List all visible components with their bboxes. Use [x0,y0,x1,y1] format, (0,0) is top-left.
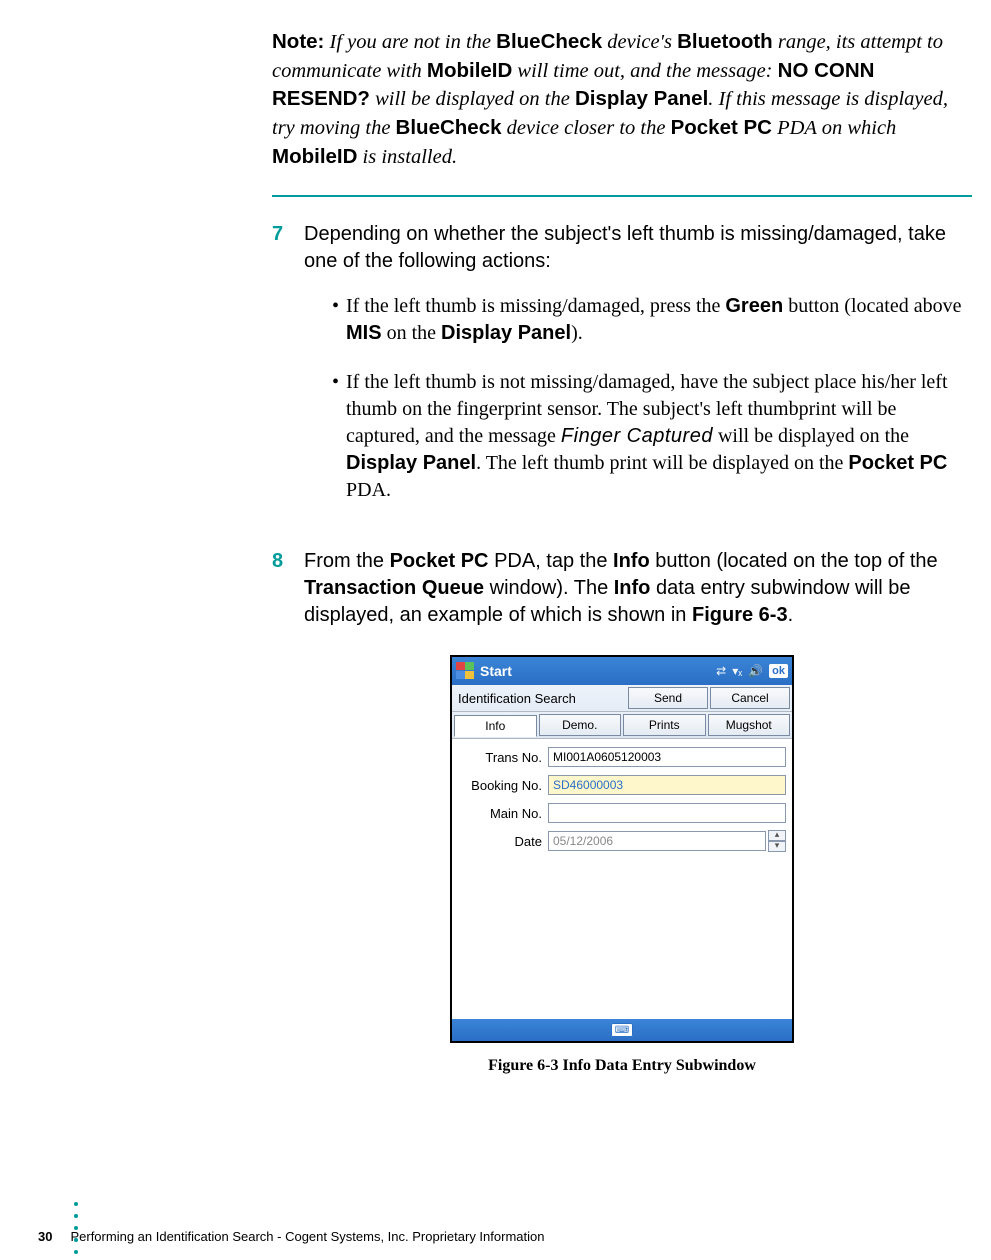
row-trans-no: Trans No. MI001A0605120003 [454,745,786,769]
footer: 30 Performing an Identification Search -… [38,1229,544,1244]
bullet-item: • If the left thumb is not missing/damag… [332,369,972,504]
ok-button[interactable]: ok [769,664,788,678]
step-8: 8 From the Pocket PC PDA, tap the Info b… [272,548,972,629]
cancel-button[interactable]: Cancel [710,687,790,709]
field-booking-no[interactable]: SD46000003 [548,775,786,795]
device-bottom-bar: ⌨ [452,1019,792,1041]
tab-mugshot[interactable]: Mugshot [708,714,791,736]
content-column: Note: If you are not in the BlueCheck de… [272,28,972,1075]
label-main-no: Main No. [454,806,548,821]
page-number: 30 [38,1229,52,1244]
speaker-icon[interactable]: 🔊 [748,664,763,678]
page: Note: If you are not in the BlueCheck de… [0,0,991,1260]
field-date[interactable]: 05/12/2006 [548,831,766,851]
note-text: Note: If you are not in the BlueCheck de… [272,28,972,171]
divider [272,195,972,197]
signal-icon[interactable]: ▾ₓ [732,664,742,678]
figure-6-3: Start ⇄ ▾ₓ 🔊 ok Identification Search Se… [272,655,972,1043]
step-7: 7 Depending on whether the subject's lef… [272,221,972,526]
connectivity-icon[interactable]: ⇄ [716,664,726,678]
windows-flag-icon [456,662,476,680]
keyboard-icon[interactable]: ⌨ [611,1023,633,1037]
send-button[interactable]: Send [628,687,708,709]
tabs-row: Info Demo. Prints Mugshot [452,712,792,739]
identification-search-label: Identification Search [452,685,628,711]
step-7-body: Depending on whether the subject's left … [304,221,972,526]
step-number-8: 8 [272,548,304,629]
start-label[interactable]: Start [480,663,512,679]
step-8-body: From the Pocket PC PDA, tap the Info but… [304,548,972,629]
note-label: Note: [272,30,324,53]
note-block: Note: If you are not in the BlueCheck de… [272,28,972,185]
label-trans-no: Trans No. [454,750,548,765]
bullet-dot: • [332,369,346,504]
row-main-no: Main No. [454,801,786,825]
row-date: Date 05/12/2006 ▴ ▾ [454,829,786,853]
field-main-no[interactable] [548,803,786,823]
device-blank-area [452,861,792,1019]
figure-caption: Figure 6-3 Info Data Entry Subwindow [272,1057,972,1075]
label-booking-no: Booking No. [454,778,548,793]
decorative-dots [74,1202,78,1254]
row-booking-no: Booking No. SD46000003 [454,773,786,797]
pocket-pc-device: Start ⇄ ▾ₓ 🔊 ok Identification Search Se… [450,655,794,1043]
bullet-text: If the left thumb is not missing/damaged… [346,369,972,504]
label-date: Date [454,834,548,849]
form-area: Trans No. MI001A0605120003 Booking No. S… [452,739,792,861]
tab-info[interactable]: Info [454,715,537,737]
tab-demo[interactable]: Demo. [539,714,622,736]
bullet-text: If the left thumb is missing/damaged, pr… [346,293,972,347]
spinner-down-icon[interactable]: ▾ [768,841,786,852]
tab-prints[interactable]: Prints [623,714,706,736]
field-trans-no[interactable]: MI001A0605120003 [548,747,786,767]
titlebar-icons: ⇄ ▾ₓ 🔊 ok [716,664,788,678]
step-number-7: 7 [272,221,304,526]
footer-text: Performing an Identification Search - Co… [70,1229,544,1244]
step-7-bullets: • If the left thumb is missing/damaged, … [304,293,972,504]
device-header-row: Identification Search Send Cancel [452,685,792,712]
bullet-dot: • [332,293,346,347]
device-titlebar: Start ⇄ ▾ₓ 🔊 ok [452,657,792,685]
bullet-item: • If the left thumb is missing/damaged, … [332,293,972,347]
date-spinner[interactable]: ▴ ▾ [768,830,786,852]
